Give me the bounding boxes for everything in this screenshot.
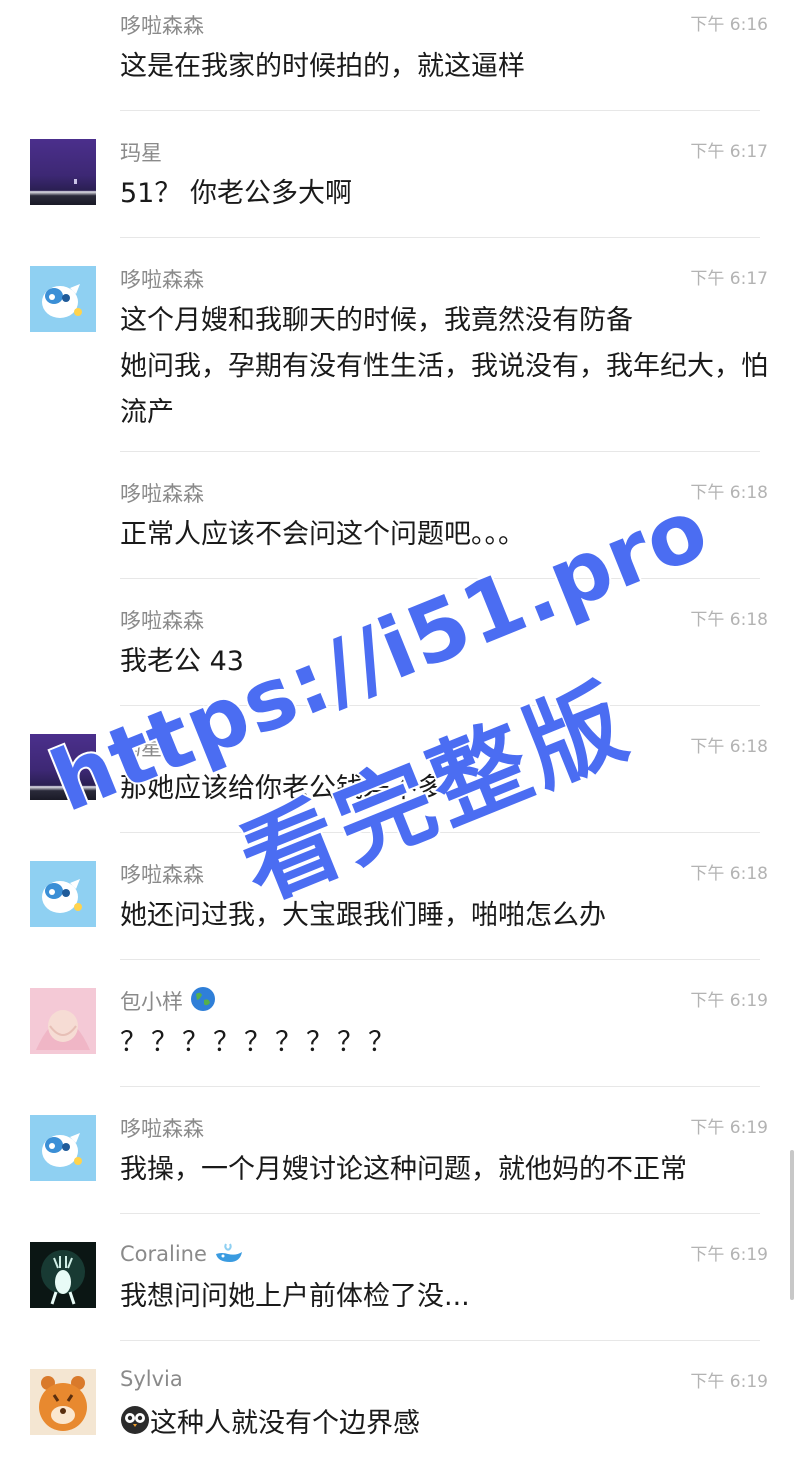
baby-photo-avatar[interactable] [30, 988, 96, 1054]
message-text: 我想问问她上户前体检了没... [120, 1281, 470, 1312]
cartoon-blue-avatar[interactable] [30, 1115, 96, 1181]
message-text: 这种人就没有个边界感 [120, 1401, 770, 1447]
sender-name: 哆啦森森 [120, 863, 204, 887]
message-time: 下午 6:19 [690, 1245, 768, 1265]
cartoon-blue-avatar[interactable] [30, 861, 96, 927]
divider [120, 237, 760, 238]
globe-icon [190, 987, 215, 1011]
message-text: 我老公 43 [120, 646, 244, 677]
message-time: 下午 6:18 [690, 483, 768, 503]
baby-face-icon [36, 1010, 90, 1050]
owl-icon [121, 1406, 149, 1434]
sender-name: 哆啦森森 [120, 609, 204, 633]
tiger-avatar[interactable] [30, 1369, 96, 1435]
divider [120, 110, 760, 111]
message-text: 那她应该给你老公钱差不多 [120, 773, 444, 804]
sender-name: 哆啦森森 [120, 14, 204, 38]
sender-name: 玛星 [120, 141, 162, 165]
divider [120, 451, 760, 452]
message-time: 下午 6:18 [690, 610, 768, 630]
message-time: 下午 6:18 [690, 737, 768, 757]
scrollbar[interactable] [790, 1150, 794, 1300]
message-time: 下午 6:19 [690, 991, 768, 1011]
divider [120, 959, 760, 960]
message-time: 下午 6:19 [690, 1372, 768, 1392]
divider [120, 578, 760, 579]
cartoon-character-icon [42, 284, 82, 318]
sender-name: 包小样 [120, 986, 216, 1016]
message-text: 我操，一个月嫂讨论这种问题，就他妈的不正常 [120, 1154, 687, 1185]
cartoon-character-icon [42, 1133, 82, 1167]
sender-name: 哆啦森森 [120, 1117, 204, 1141]
purple-sky-avatar[interactable] [30, 734, 96, 800]
message-text: 她还问过我，大宝跟我们睡，啪啪怎么办 [120, 900, 606, 931]
sender-name: 哆啦森森 [120, 268, 204, 292]
sender-name: 哆啦森森 [120, 482, 204, 506]
message-text: ？？？？？？？？？ [120, 1027, 399, 1058]
whale-icon [215, 1243, 242, 1262]
message-text: 正常人应该不会问这个问题吧。。。 [120, 519, 525, 550]
message-time: 下午 6:16 [690, 15, 768, 35]
deer-avatar[interactable] [30, 1242, 96, 1308]
purple-sky-avatar[interactable] [30, 139, 96, 205]
divider [120, 832, 760, 833]
deer-icon [41, 1250, 85, 1305]
message-time: 下午 6:19 [690, 1118, 768, 1138]
message-time: 下午 6:17 [690, 269, 768, 289]
divider [120, 705, 760, 706]
sender-name: Sylvia [120, 1367, 183, 1391]
tiger-icon [39, 1376, 87, 1431]
message-text: 这是在我家的时候拍的，就这逼样 [120, 51, 525, 82]
sender-name: 玛星 [120, 736, 162, 760]
message-text: 51？ 你老公多大啊 [120, 178, 352, 209]
divider [120, 1086, 760, 1087]
cartoon-blue-avatar[interactable] [30, 266, 96, 332]
divider [120, 1213, 760, 1214]
message-text: 这个月嫂和我聊天的时候，我竟然没有防备 她问我，孕期有没有性生活，我说没有，我年… [120, 305, 768, 428]
message-time: 下午 6:18 [690, 864, 768, 884]
cartoon-character-icon [42, 879, 82, 913]
divider [120, 1340, 760, 1341]
message-time: 下午 6:17 [690, 142, 768, 162]
sender-name: Coraline [120, 1240, 244, 1266]
